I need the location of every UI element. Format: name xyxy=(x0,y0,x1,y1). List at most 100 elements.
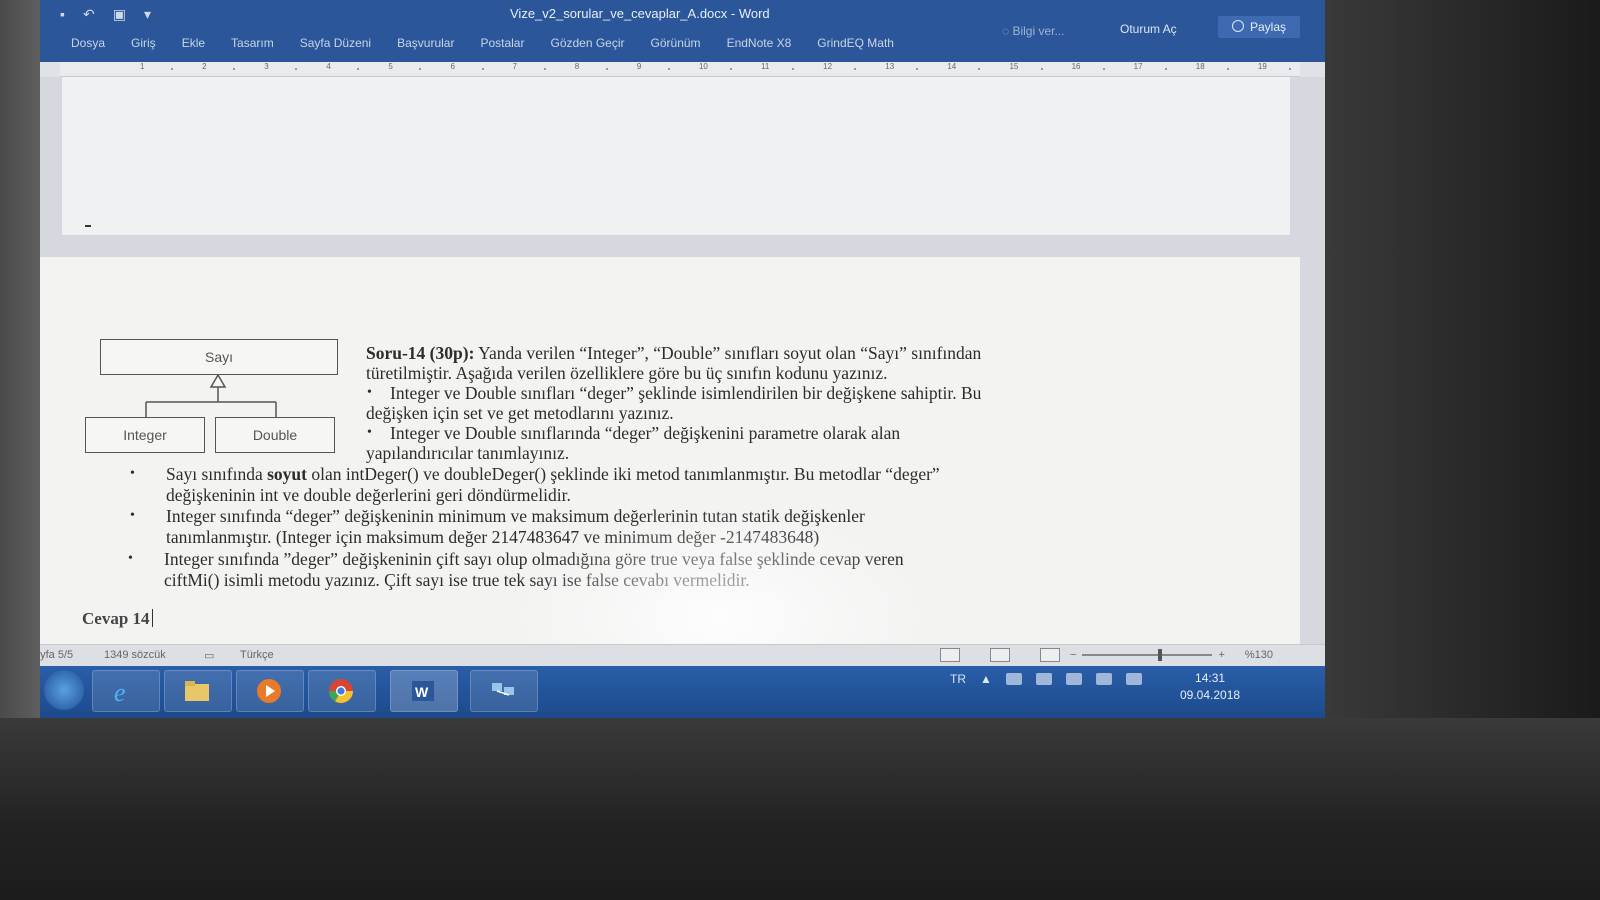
tab-gorunum[interactable]: Görünüm xyxy=(638,36,714,50)
start-button[interactable] xyxy=(44,670,84,710)
ruler-tick xyxy=(1164,68,1167,70)
page-count[interactable]: ayfa 5/5 xyxy=(40,649,73,661)
ruler-tick xyxy=(233,68,236,70)
security-shield-icon[interactable] xyxy=(1065,673,1082,685)
tab-ekle[interactable]: Ekle xyxy=(169,36,218,50)
ruler-tick xyxy=(543,68,546,70)
sign-in-link[interactable]: Oturum Aç xyxy=(1120,22,1177,36)
share-button[interactable]: Paylaş xyxy=(1218,16,1301,38)
zoom-slider[interactable] xyxy=(1082,649,1213,661)
print-layout-icon[interactable] xyxy=(990,648,1010,662)
tab-postalar[interactable]: Postalar xyxy=(467,36,537,50)
show-hidden-icons-button[interactable]: ▲ xyxy=(980,672,992,686)
undo-icon[interactable]: ↶ xyxy=(83,6,95,23)
folder-icon xyxy=(185,681,209,701)
ruler-number: 13 xyxy=(885,62,895,71)
uml-class-sayi: Sayı xyxy=(100,339,338,375)
ruler-tick xyxy=(854,68,857,70)
clock-date: 09.04.2018 xyxy=(1180,688,1241,702)
taskbar-word[interactable]: W xyxy=(390,670,458,712)
document-area: Sayı Integer Double Soru-14 (30p): Yanda… xyxy=(40,77,1325,718)
save-icon[interactable]: ▪ xyxy=(60,6,65,23)
ruler-number: 7 xyxy=(512,62,518,71)
answer-heading[interactable]: Cevap 14 xyxy=(82,609,153,629)
internet-explorer-icon: e xyxy=(114,678,126,705)
bullet-3-line-1: Sayı sınıfında soyut olan intDeger() ve … xyxy=(166,464,940,484)
zoom-level[interactable]: %130 xyxy=(1245,649,1273,661)
status-bar: ayfa 5/5 1349 sözcük ▭ Türkçe − + %130 xyxy=(40,644,1325,667)
input-language[interactable]: TR xyxy=(950,672,966,686)
page-break-mark xyxy=(85,225,91,227)
page-current[interactable]: Sayı Integer Double Soru-14 (30p): Yanda… xyxy=(40,257,1300,718)
clock-time: 14:31 xyxy=(1195,671,1226,685)
taskbar-chrome[interactable] xyxy=(308,670,376,712)
person-icon xyxy=(1232,20,1244,32)
view-buttons xyxy=(940,648,1060,662)
bullet-icon: • xyxy=(130,508,135,523)
read-mode-icon[interactable] xyxy=(940,648,960,662)
ruler-number: 17 xyxy=(1133,62,1143,71)
svg-text:e: e xyxy=(114,678,126,705)
action-center-flag-icon[interactable] xyxy=(1005,673,1022,685)
tab-basvurular[interactable]: Başvurular xyxy=(384,36,467,50)
bullet-5-line-2: ciftMi() isimli metodu yazınız. Çift say… xyxy=(164,570,750,590)
print-preview-icon[interactable]: ▣ xyxy=(113,6,126,23)
taskbar-media-player[interactable] xyxy=(236,670,304,712)
taskbar: e W TR ▲ 14:31 09.04.2018 xyxy=(40,666,1325,718)
ruler-tick xyxy=(1102,68,1105,70)
ruler-number: 10 xyxy=(698,62,708,71)
tell-me-box[interactable]: ◌ Bilgi ver... xyxy=(1002,24,1065,38)
page-previous xyxy=(62,77,1290,235)
tab-gozden-gecir[interactable]: Gözden Geçir xyxy=(537,36,637,50)
question-label: Soru-14 (30p): xyxy=(366,343,475,363)
bullet-2-line-2: yapılandırıcılar tanımlayınız. xyxy=(366,443,570,463)
ruler-tick xyxy=(605,68,608,70)
ruler-tick xyxy=(171,68,174,70)
ruler-tick xyxy=(481,68,484,70)
cloud-icon[interactable] xyxy=(1035,673,1052,685)
ruler-number: 9 xyxy=(636,62,642,71)
ruler-number: 19 xyxy=(1257,62,1267,71)
tab-tasarim[interactable]: Tasarım xyxy=(218,36,287,50)
question-intro-line-2: türetilmiştir. Aşağıda verilen özellikle… xyxy=(366,363,888,383)
language-indicator[interactable]: Türkçe xyxy=(240,649,274,661)
ruler-tick xyxy=(357,68,360,70)
taskbar-file-explorer[interactable] xyxy=(164,670,232,712)
tab-dosya[interactable]: Dosya xyxy=(58,36,118,50)
media-player-icon xyxy=(257,679,281,703)
proofing-icon[interactable]: ▭ xyxy=(204,649,214,662)
taskbar-network-app[interactable] xyxy=(470,670,538,712)
ruler-number: 15 xyxy=(1009,62,1019,71)
zoom-slider-thumb[interactable] xyxy=(1157,649,1162,661)
customize-icon[interactable]: ▾ xyxy=(144,6,151,23)
word-count[interactable]: 1349 sözcük xyxy=(104,649,166,661)
zoom-out-button[interactable]: − xyxy=(1070,649,1076,661)
tab-grindeq[interactable]: GrindEQ Math xyxy=(804,36,907,50)
system-tray: TR ▲ xyxy=(950,672,1142,686)
ruler-number: 2 xyxy=(202,62,207,71)
ruler-tick xyxy=(730,68,732,70)
bullet-1-line-2: değişken için set ve get metodlarını yaz… xyxy=(366,403,674,423)
window-title: Vize_v2_sorular_ve_cevaplar_A.docx - Wor… xyxy=(510,6,770,21)
uml-class-double: Double xyxy=(215,417,335,453)
network-signal-icon[interactable] xyxy=(1095,673,1112,685)
bullet-5-line-1: Integer sınıfında ”deger” değişkeninin ç… xyxy=(164,549,904,569)
horizontal-ruler[interactable]: 1 2 3 4 5 6 7 8 9 10 11 12 13 14 15 16 17 18 19 xyxy=(60,62,1300,77)
volume-icon[interactable] xyxy=(1125,673,1142,685)
uml-class-integer: Integer xyxy=(85,417,205,453)
tab-giris[interactable]: Giriş xyxy=(118,36,169,50)
bullet-icon: • xyxy=(128,551,133,566)
desk-surface xyxy=(0,718,1600,900)
lightbulb-icon: ◌ xyxy=(1002,24,1013,38)
ruler-number: 5 xyxy=(388,62,393,71)
ruler-tick xyxy=(1040,68,1043,70)
screen: ▪ ↶ ▣ ▾ Vize_v2_sorular_ve_cevaplar_A.do… xyxy=(40,0,1325,718)
ruler-number: 4 xyxy=(326,62,331,71)
zoom-in-button[interactable]: + xyxy=(1218,649,1224,661)
tab-sayfa-duzeni[interactable]: Sayfa Düzeni xyxy=(287,36,384,50)
taskbar-internet-explorer[interactable]: e xyxy=(92,670,160,712)
quick-access-toolbar: ▪ ↶ ▣ ▾ xyxy=(60,6,151,23)
web-layout-icon[interactable] xyxy=(1040,648,1060,662)
tab-endnote[interactable]: EndNote X8 xyxy=(714,36,805,50)
clock[interactable]: 14:31 09.04.2018 xyxy=(1180,670,1240,704)
